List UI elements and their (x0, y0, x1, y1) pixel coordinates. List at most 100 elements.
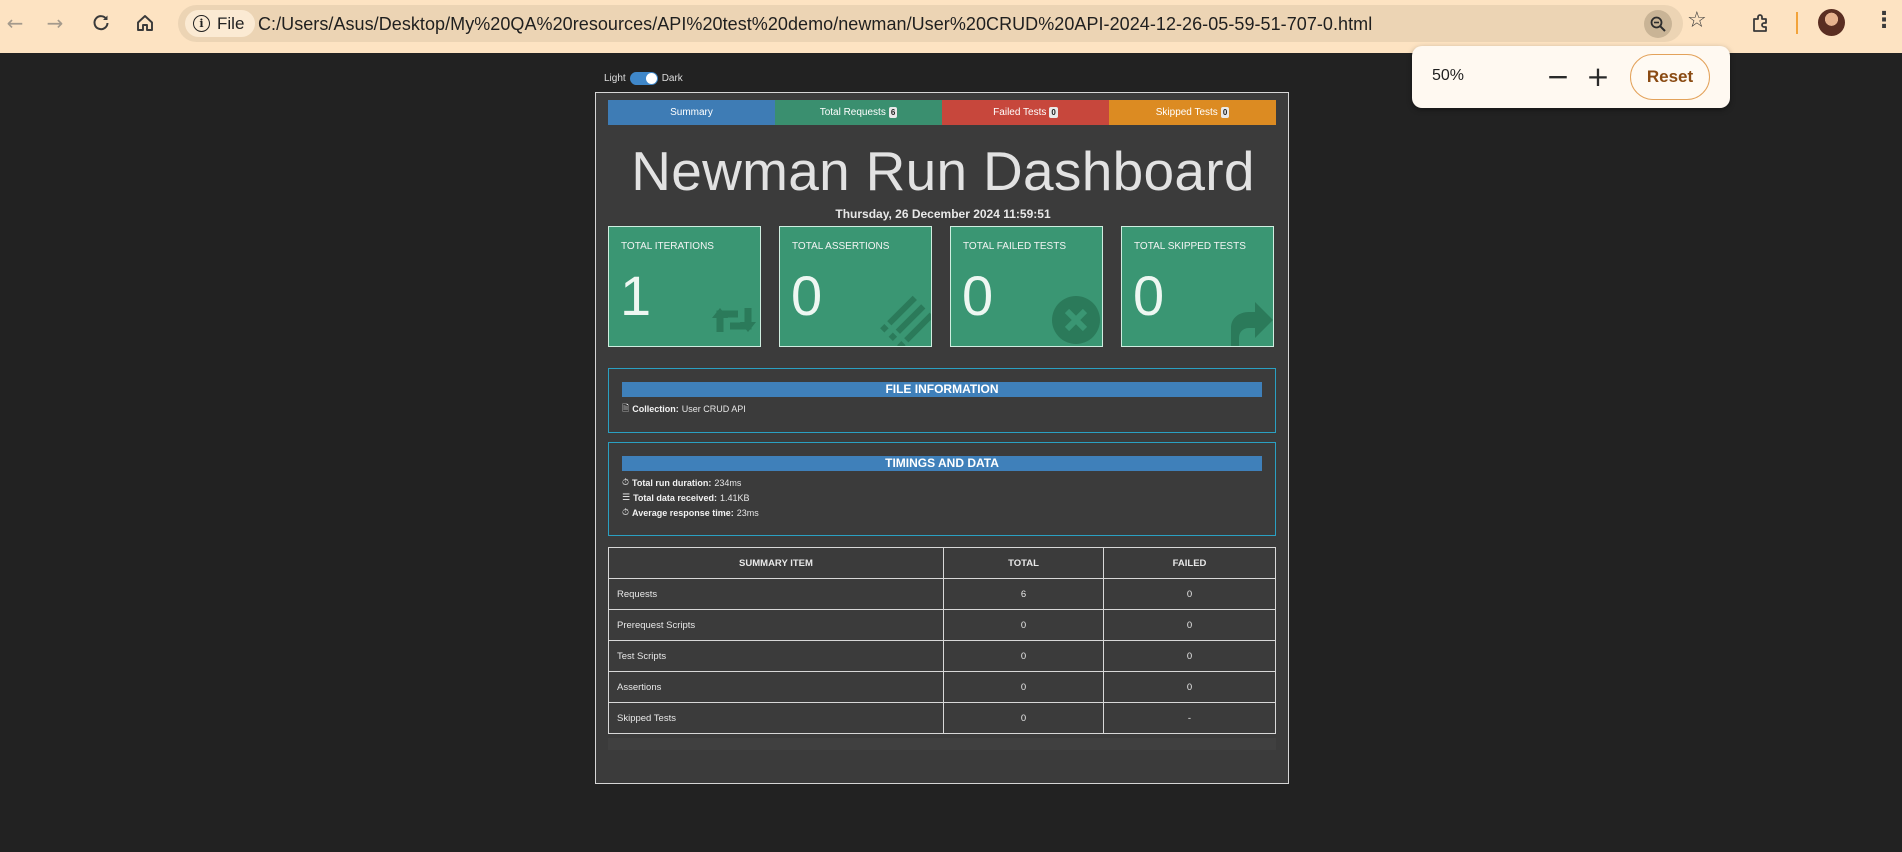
timing-row: ⏱ Total run duration: 234ms (622, 476, 1275, 491)
info-icon: i (193, 15, 210, 32)
bookmark-star-icon[interactable]: ☆ (1687, 8, 1707, 33)
stopwatch-icon: ⏱ (622, 508, 630, 518)
forward-icon[interactable]: → (40, 10, 70, 36)
tab-badge: 6 (888, 107, 898, 118)
timing-row: ⏱ Average response time: 23ms (622, 506, 1275, 521)
theme-toggle: Light Dark (604, 72, 683, 85)
timing-label: Average response time: (632, 508, 734, 518)
failed-cell: 0 (1103, 609, 1276, 641)
card-value: 0 (791, 264, 823, 327)
timings-panel: TIMINGS AND DATA ⏱ Total run duration: 2… (608, 442, 1276, 536)
url-text[interactable]: C:/Users/Asus/Desktop/My%20QA%20resource… (258, 14, 1372, 35)
zoom-level-text: 50% (1432, 67, 1465, 84)
zoom-magnifier-icon[interactable] (1644, 10, 1672, 38)
report-tabs: Summary Total Requests 6 Failed Tests 0 … (608, 100, 1276, 125)
failed-cell: - (1103, 702, 1276, 734)
tab-total-requests[interactable]: Total Requests 6 (775, 100, 942, 125)
site-info-chip[interactable]: i File (185, 10, 256, 37)
tab-badge: 0 (1220, 107, 1230, 118)
zoom-in-button[interactable]: + (1582, 60, 1614, 93)
file-icon: 🗎 (622, 404, 630, 414)
profile-avatar[interactable] (1818, 9, 1845, 36)
total-cell: 0 (943, 609, 1104, 641)
total-cell: 0 (943, 671, 1104, 703)
file-information-heading: FILE INFORMATION (622, 382, 1262, 397)
back-icon[interactable]: ← (0, 10, 30, 36)
table-header-row: SUMMARY ITEM TOTAL FAILED (608, 547, 1276, 579)
page-footer-strip (608, 738, 1276, 750)
site-chip-label: File (217, 13, 245, 33)
column-header: TOTAL (943, 547, 1104, 579)
card-label: TOTAL FAILED TESTS (963, 241, 1066, 252)
address-bar[interactable]: i File C:/Users/Asus/Desktop/My%20QA%20r… (178, 5, 1683, 42)
total-cell: 6 (943, 578, 1104, 610)
summary-item: Prerequest Scripts (608, 609, 944, 641)
summary-item: Test Scripts (608, 640, 944, 672)
tab-label: Failed Tests (993, 107, 1047, 118)
total-cell: 0 (943, 640, 1104, 672)
column-header: FAILED (1103, 547, 1276, 579)
toolbar-separator (1796, 12, 1798, 34)
table-row: Assertions 0 0 (608, 671, 1276, 703)
timing-value: 234ms (714, 478, 742, 488)
home-icon[interactable] (130, 10, 160, 36)
timing-label: Total run duration: (632, 478, 712, 488)
database-icon: ☰ (622, 493, 631, 503)
retweet-icon (712, 308, 756, 332)
summary-item: Requests (608, 578, 944, 610)
dark-label: Dark (661, 73, 683, 84)
tab-label: Summary (670, 107, 713, 118)
card-value: 0 (962, 264, 994, 327)
card-total-iterations: TOTAL ITERATIONS 1 (608, 226, 761, 347)
card-label: TOTAL SKIPPED TESTS (1134, 241, 1246, 252)
failed-cell: 0 (1103, 671, 1276, 703)
card-value: 1 (620, 264, 652, 327)
card-value: 0 (1133, 264, 1165, 327)
tab-failed-tests[interactable]: Failed Tests 0 (942, 100, 1109, 125)
summary-item: Skipped Tests (608, 702, 944, 734)
zoom-out-button[interactable]: − (1542, 60, 1574, 93)
zoom-popup: 50% − + Reset (1412, 46, 1730, 108)
collection-line: 🗎 Collection: User CRUD API (622, 402, 1275, 417)
zoom-reset-button[interactable]: Reset (1630, 54, 1710, 100)
timing-value: 1.41KB (719, 493, 750, 503)
collection-label: Collection: (632, 404, 679, 414)
failed-cell: 0 (1103, 578, 1276, 610)
tab-summary[interactable]: Summary (608, 100, 775, 125)
failed-cell: 0 (1103, 640, 1276, 672)
tab-label: Total Requests (819, 107, 886, 118)
report-page: Summary Total Requests 6 Failed Tests 0 … (595, 92, 1289, 784)
tab-label: Skipped Tests (1155, 107, 1218, 118)
total-cell: 0 (943, 702, 1104, 734)
reload-icon[interactable] (86, 10, 116, 36)
file-information-panel: FILE INFORMATION 🗎 Collection: User CRUD… (608, 368, 1276, 433)
extensions-puzzle-icon[interactable] (1750, 12, 1772, 34)
list-icon (880, 295, 931, 346)
stopwatch-icon: ⏱ (622, 478, 630, 488)
theme-switch[interactable] (629, 72, 658, 85)
table-row: Requests 6 0 (608, 578, 1276, 610)
switch-knob (645, 73, 657, 84)
light-label: Light (604, 73, 626, 84)
run-date: Thursday, 26 December 2024 11:59:51 (835, 207, 1051, 221)
table-row: Test Scripts 0 0 (608, 640, 1276, 672)
table-row: Skipped Tests 0 - (608, 702, 1276, 734)
card-label: TOTAL ITERATIONS (621, 241, 714, 252)
tab-skipped-tests[interactable]: Skipped Tests 0 (1109, 100, 1276, 125)
card-total-assertions: TOTAL ASSERTIONS 0 (779, 226, 932, 347)
card-label: TOTAL ASSERTIONS (792, 241, 890, 252)
timing-row: ☰ Total data received: 1.41KB (622, 491, 1275, 506)
tab-badge: 0 (1049, 107, 1058, 118)
timings-heading: TIMINGS AND DATA (622, 456, 1262, 471)
share-icon (1231, 302, 1273, 346)
collection-value: User CRUD API (681, 404, 746, 414)
page-title: Newman Run Dashboard (631, 140, 1255, 202)
column-header: SUMMARY ITEM (608, 547, 944, 579)
card-total-failed-tests: TOTAL FAILED TESTS 0 (950, 226, 1103, 347)
card-total-skipped-tests: TOTAL SKIPPED TESTS 0 (1121, 226, 1274, 347)
summary-table: SUMMARY ITEM TOTAL FAILED Requests 6 0 P… (608, 547, 1276, 734)
table-row: Prerequest Scripts 0 0 (608, 609, 1276, 641)
more-menu-icon[interactable]: ⋮ (1873, 8, 1895, 33)
times-circle-icon (1052, 296, 1100, 344)
timing-label: Total data received: (633, 493, 717, 503)
